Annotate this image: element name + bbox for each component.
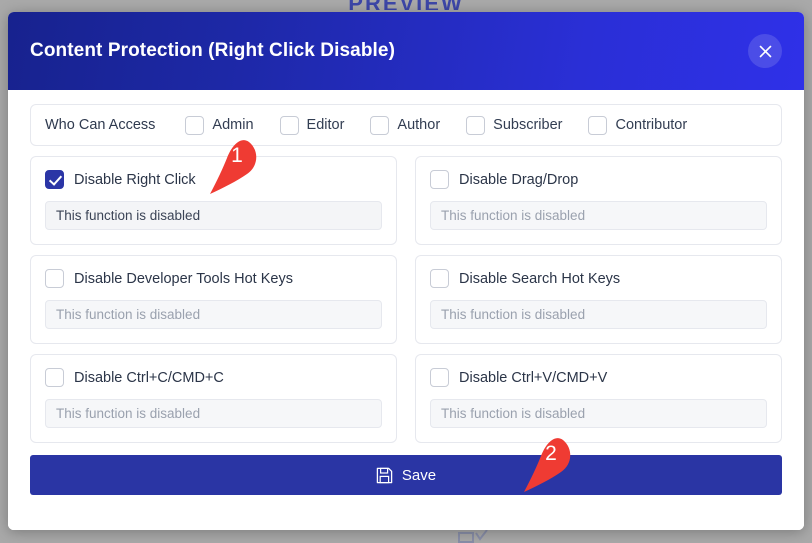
who-can-access-row: Who Can Access Admin Editor Author Subsc… bbox=[30, 104, 782, 146]
feature-card-devtools-hotkeys: Disable Developer Tools Hot Keys bbox=[30, 255, 397, 344]
feature-message-input[interactable] bbox=[430, 300, 767, 329]
save-floppy-icon bbox=[376, 467, 393, 483]
feature-card-ctrl-c: Disable Ctrl+C/CMD+C bbox=[30, 354, 397, 443]
modal-title: Content Protection (Right Click Disable) bbox=[30, 40, 396, 61]
background-page-title: PREVIEW bbox=[0, 0, 812, 10]
feature-card-right-click: Disable Right Click bbox=[30, 156, 397, 245]
checkbox-box[interactable] bbox=[279, 115, 299, 135]
feature-card-search-hotkeys: Disable Search Hot Keys bbox=[415, 255, 782, 344]
checkbox-box[interactable] bbox=[430, 269, 449, 288]
checkbox-box[interactable] bbox=[45, 368, 64, 387]
feature-toggle-devtools-hotkeys[interactable]: Disable Developer Tools Hot Keys bbox=[45, 269, 382, 288]
checkbox-box[interactable] bbox=[185, 115, 205, 135]
save-button-label: Save bbox=[401, 466, 437, 484]
feature-message-input[interactable] bbox=[430, 399, 767, 428]
role-label: Subscriber bbox=[493, 117, 563, 133]
feature-toggle-ctrl-v[interactable]: Disable Ctrl+V/CMD+V bbox=[430, 368, 767, 387]
feature-card-ctrl-v: Disable Ctrl+V/CMD+V bbox=[415, 354, 782, 443]
checkbox-box[interactable] bbox=[466, 115, 486, 135]
role-checkbox-contributor[interactable]: Contributor bbox=[588, 115, 688, 135]
feature-message-input[interactable] bbox=[45, 201, 382, 230]
checkbox-box[interactable] bbox=[588, 115, 608, 135]
modal-header: Content Protection (Right Click Disable) bbox=[8, 12, 804, 90]
feature-title: Disable Ctrl+C/CMD+C bbox=[74, 369, 224, 386]
role-checkbox-admin[interactable]: Admin bbox=[185, 115, 254, 135]
role-checkbox-author[interactable]: Author bbox=[370, 115, 441, 135]
feature-toggle-drag-drop[interactable]: Disable Drag/Drop bbox=[430, 170, 767, 189]
role-label: Admin bbox=[212, 117, 254, 133]
feature-title: Disable Developer Tools Hot Keys bbox=[74, 270, 293, 287]
checkbox-box[interactable] bbox=[430, 368, 449, 387]
feature-title: Disable Ctrl+V/CMD+V bbox=[459, 369, 608, 386]
feature-title: Disable Right Click bbox=[74, 171, 196, 188]
feature-message-input[interactable] bbox=[45, 399, 382, 428]
checkbox-box[interactable] bbox=[45, 269, 64, 288]
checkbox-box[interactable] bbox=[370, 115, 390, 135]
role-label: Editor bbox=[306, 117, 345, 133]
feature-title: Disable Drag/Drop bbox=[459, 171, 579, 188]
role-label: Author bbox=[397, 117, 441, 133]
feature-toggle-right-click[interactable]: Disable Right Click bbox=[45, 170, 382, 189]
role-checkbox-editor[interactable]: Editor bbox=[279, 115, 345, 135]
feature-message-input[interactable] bbox=[430, 201, 767, 230]
close-glyph bbox=[759, 45, 771, 57]
feature-message-input[interactable] bbox=[45, 300, 382, 329]
checkbox-box[interactable] bbox=[45, 170, 64, 189]
close-icon[interactable] bbox=[748, 34, 782, 68]
role-label: Contributor bbox=[615, 117, 688, 133]
content-protection-modal: Content Protection (Right Click Disable)… bbox=[8, 12, 804, 530]
feature-toggle-search-hotkeys[interactable]: Disable Search Hot Keys bbox=[430, 269, 767, 288]
role-checkbox-subscriber[interactable]: Subscriber bbox=[466, 115, 563, 135]
feature-title: Disable Search Hot Keys bbox=[459, 270, 621, 287]
who-can-access-label: Who Can Access bbox=[45, 117, 156, 133]
modal-footer: Save bbox=[8, 452, 804, 530]
feature-toggle-ctrl-c[interactable]: Disable Ctrl+C/CMD+C bbox=[45, 368, 382, 387]
feature-card-drag-drop: Disable Drag/Drop bbox=[415, 156, 782, 245]
save-button[interactable]: Save bbox=[30, 455, 782, 495]
checkbox-box[interactable] bbox=[430, 170, 449, 189]
